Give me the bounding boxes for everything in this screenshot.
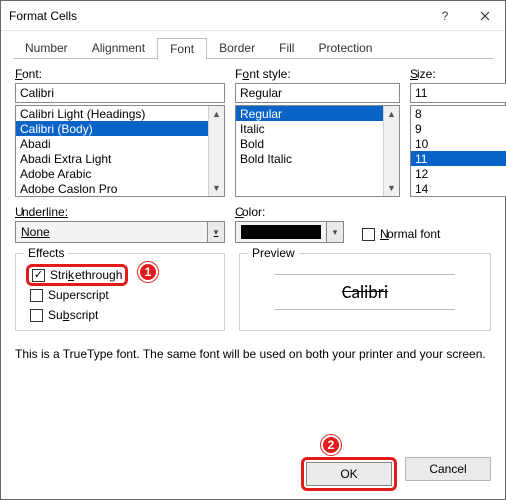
preview-text: Calibri (275, 274, 455, 310)
font-label: Font: (15, 67, 225, 81)
font-note: This is a TrueType font. The same font w… (15, 347, 491, 361)
strikethrough-label: Strikethrough (50, 268, 122, 282)
effects-label: Effects (24, 246, 68, 260)
list-item[interactable]: 12 (411, 166, 506, 181)
subscript-label: Subscript (48, 308, 98, 322)
font-style-listbox[interactable]: Regular Italic Bold Bold Italic ▲ ▼ (235, 105, 400, 197)
dialog-content: Number Alignment Font Border Fill Protec… (1, 31, 505, 499)
underline-label: Underline: (15, 205, 225, 219)
list-item[interactable]: Abadi (16, 136, 208, 151)
cancel-button[interactable]: Cancel (405, 457, 491, 481)
color-combo[interactable]: ▾ (235, 221, 344, 243)
underline-value: None (15, 221, 207, 243)
tab-protection[interactable]: Protection (306, 38, 384, 60)
scroll-down-icon[interactable]: ▼ (384, 180, 399, 196)
font-pane: Font: Calibri Light (Headings) Calibri (… (13, 59, 493, 491)
list-item[interactable]: Adobe Caslon Pro (16, 181, 208, 196)
effects-group: Effects ✓ Strikethrough 1 Superscript (15, 253, 225, 331)
size-input[interactable] (410, 83, 506, 103)
size-label: Size: (410, 67, 506, 81)
tab-border[interactable]: Border (207, 38, 267, 60)
subscript-checkbox[interactable]: Subscript (30, 308, 214, 322)
preview-label: Preview (248, 246, 299, 260)
close-button[interactable] (465, 1, 505, 31)
list-item[interactable]: 10 (411, 136, 506, 151)
list-item[interactable]: 14 (411, 181, 506, 196)
list-item[interactable]: Italic (236, 121, 383, 136)
titlebar: Format Cells ? (1, 1, 505, 31)
preview-group: Preview Calibri (239, 253, 491, 331)
window-title: Format Cells (9, 9, 425, 23)
tab-strip: Number Alignment Font Border Fill Protec… (13, 37, 493, 59)
list-item[interactable]: Bold (236, 136, 383, 151)
size-listbox[interactable]: 8 9 10 11 12 14 ▲ ▼ (410, 105, 506, 197)
list-item[interactable]: Calibri Light (Headings) (16, 106, 208, 121)
chevron-down-icon[interactable]: ▾ (326, 221, 344, 243)
scrollbar[interactable]: ▲ ▼ (383, 106, 399, 196)
format-cells-dialog: Format Cells ? Number Alignment Font Bor… (0, 0, 506, 500)
list-item[interactable]: Adobe Arabic (16, 166, 208, 181)
list-item[interactable]: Abadi Extra Light (16, 151, 208, 166)
list-item[interactable]: 8 (411, 106, 506, 121)
list-item[interactable]: Bold Italic (236, 151, 383, 166)
underline-combo[interactable]: None ▾ (15, 221, 225, 243)
tab-alignment[interactable]: Alignment (80, 38, 157, 60)
annotation-1: 1 (138, 262, 158, 282)
color-swatch (235, 221, 326, 243)
help-button[interactable]: ? (425, 1, 465, 31)
font-style-label: Font style: (235, 67, 400, 81)
superscript-checkbox[interactable]: Superscript (30, 288, 214, 302)
font-input[interactable] (15, 83, 225, 103)
tab-font[interactable]: Font (157, 38, 207, 60)
font-style-input[interactable] (235, 83, 400, 103)
strikethrough-checkbox[interactable]: ✓ (32, 269, 45, 282)
annotation-2: 2 (321, 435, 341, 455)
list-item[interactable]: Calibri (Body) (16, 121, 208, 136)
color-label: Color: (235, 205, 344, 219)
ok-button[interactable]: OK (306, 462, 392, 486)
normal-font-checkbox[interactable]: Normal font (362, 227, 440, 241)
list-item[interactable]: 11 (411, 151, 506, 166)
scrollbar[interactable]: ▲ ▼ (208, 106, 224, 196)
tab-number[interactable]: Number (13, 38, 80, 60)
chevron-down-icon[interactable]: ▾ (207, 221, 225, 243)
scroll-up-icon[interactable]: ▲ (209, 106, 224, 122)
scroll-up-icon[interactable]: ▲ (384, 106, 399, 122)
scroll-down-icon[interactable]: ▼ (209, 180, 224, 196)
superscript-label: Superscript (48, 288, 109, 302)
list-item[interactable]: Regular (236, 106, 383, 121)
font-listbox[interactable]: Calibri Light (Headings) Calibri (Body) … (15, 105, 225, 197)
list-item[interactable]: 9 (411, 121, 506, 136)
tab-fill[interactable]: Fill (267, 38, 306, 60)
normal-font-label: Normal font (380, 227, 440, 241)
